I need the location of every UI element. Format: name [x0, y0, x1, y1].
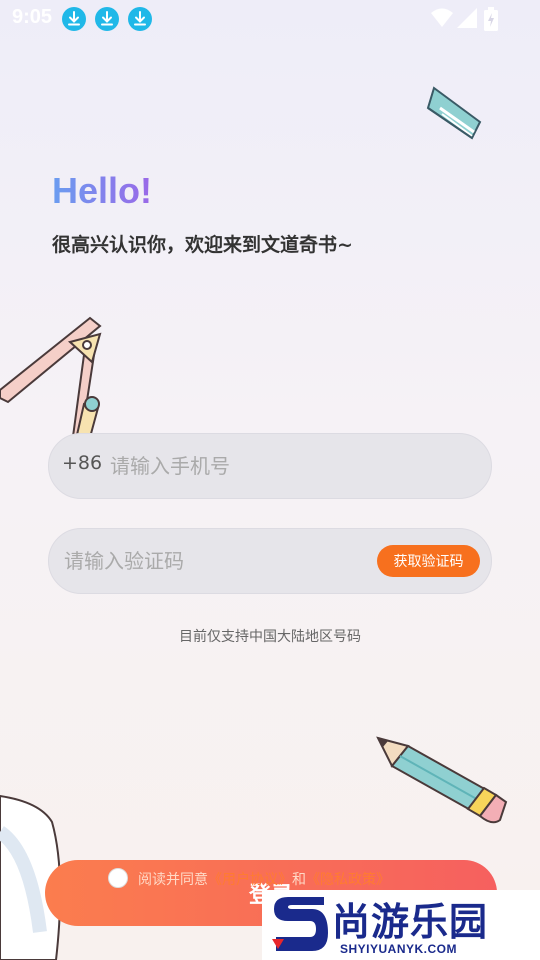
- agreement-text: 阅读并同意《用户协议》和《隐私政策》: [138, 869, 390, 889]
- download-icon: [128, 7, 152, 31]
- status-bar: 9:05: [0, 0, 540, 36]
- status-time: 9:05: [12, 6, 53, 28]
- welcome-text: 很高兴认识你，欢迎来到文道奇书~: [52, 234, 353, 256]
- watermark-subtitle: SHYIYUANYK.COM: [340, 942, 458, 956]
- privacy-policy-link[interactable]: 《隐私政策》: [306, 872, 390, 888]
- download-icon: [62, 7, 86, 31]
- agreement-and: 和: [292, 872, 306, 888]
- region-hint: 目前仅支持中国大陆地区号码: [179, 629, 361, 645]
- pencil-illustration-icon: [376, 736, 508, 824]
- country-code-prefix[interactable]: +86: [62, 452, 102, 474]
- watermark-title: 尚游乐园: [332, 900, 489, 944]
- battery-icon: [484, 7, 498, 35]
- agreement-prefix: 阅读并同意: [138, 872, 208, 888]
- get-code-button[interactable]: 获取验证码: [377, 545, 480, 577]
- book-illustration-icon: [426, 86, 482, 140]
- verification-code-input[interactable]: [64, 543, 364, 579]
- watermark-logo-icon: [272, 897, 328, 951]
- signal-icon: [456, 7, 478, 33]
- download-icon: [95, 7, 119, 31]
- agreement-radio[interactable]: [108, 868, 128, 888]
- wifi-icon: [430, 7, 454, 33]
- phone-input[interactable]: [110, 448, 470, 484]
- greeting-title: Hello!: [52, 170, 153, 211]
- user-agreement-link[interactable]: 《用户协议》: [208, 872, 292, 888]
